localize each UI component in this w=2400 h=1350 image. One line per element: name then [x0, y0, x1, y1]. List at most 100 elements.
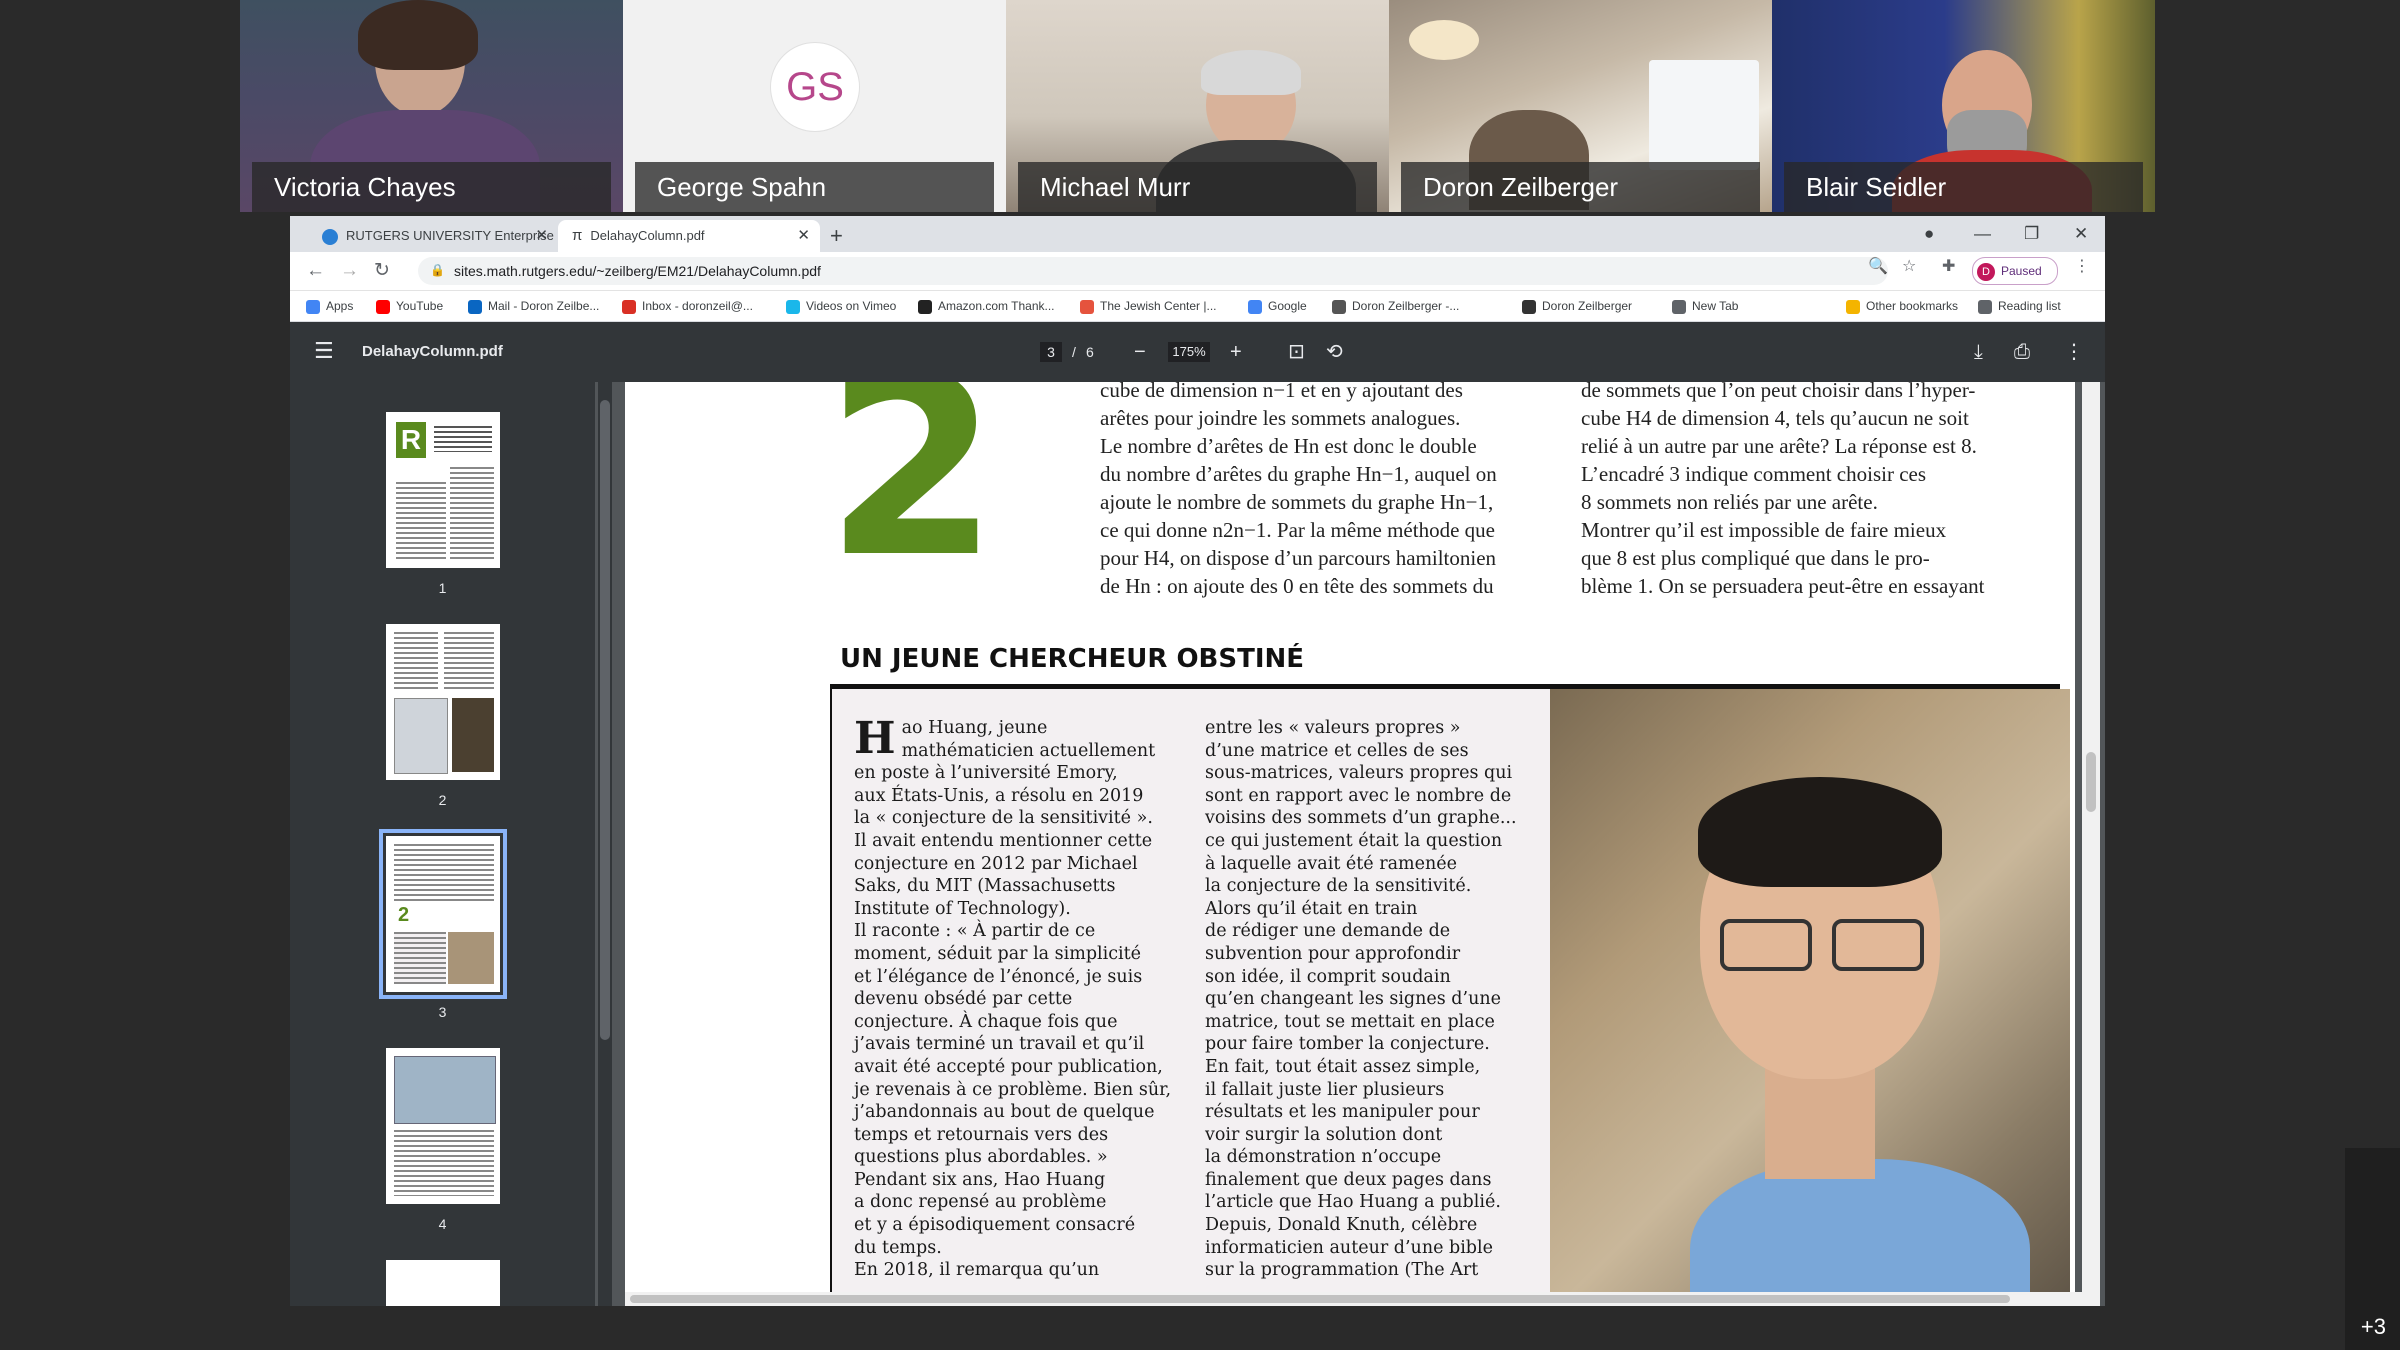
page-hscrollbar-thumb[interactable]	[630, 1295, 2010, 1303]
sidebar-box: H ao Huang, jeune mathématicien actuellem…	[830, 689, 1552, 1292]
thumbnail-text	[396, 482, 446, 562]
more-options-icon[interactable]: ⋮	[2064, 322, 2084, 382]
text-line: temps et retournais vers des	[854, 1124, 1109, 1145]
participant-name: Michael Murr	[1018, 162, 1377, 212]
participant-tile[interactable]: Michael Murr	[1006, 0, 1389, 212]
text-line: qu’en changeant les signes d’une	[1205, 989, 1501, 1010]
tab-rutgers[interactable]: RUTGERS UNIVERSITY Enterprise ✕	[308, 220, 558, 252]
hamburger-icon[interactable]: ☰	[314, 338, 334, 364]
thumbnail-text	[450, 467, 494, 562]
text-line: et l’élégance de l’énoncé, je suis	[854, 966, 1143, 987]
minimize-button[interactable]: —	[1974, 216, 1991, 252]
bookmark-item[interactable]: Inbox - doronzeil@...	[622, 291, 753, 321]
text-line: finalement que deux pages dans	[1205, 1169, 1492, 1190]
close-window-button[interactable]: ✕	[2074, 216, 2088, 252]
pdf-filename: DelahayColumn.pdf	[362, 343, 503, 360]
thumbnail-page-number: 2	[438, 792, 447, 808]
page-thumbnail[interactable]	[386, 1048, 500, 1204]
kebab-menu-icon[interactable]: ⋮	[2074, 256, 2090, 276]
close-icon[interactable]: ✕	[535, 220, 548, 252]
thumbnail-text	[394, 1130, 494, 1196]
bookmark-item[interactable]: Reading list	[1978, 291, 2061, 321]
back-button[interactable]: ←	[306, 258, 325, 284]
thumbnail-text	[434, 426, 492, 452]
zoom-in-button[interactable]: +	[1230, 322, 1242, 382]
bookmark-item[interactable]: New Tab	[1672, 291, 1738, 321]
bookmark-item[interactable]: Mail - Doron Zeilbe...	[468, 291, 599, 321]
text-line: mathématicien actuellement	[901, 740, 1156, 761]
participant-tile[interactable]: GS George Spahn	[623, 0, 1006, 212]
zoom-icon[interactable]: 🔍	[1868, 256, 1888, 276]
page-thumbnail[interactable]: R	[386, 412, 500, 568]
restore-button[interactable]: ❐	[2024, 216, 2039, 252]
bookmark-item[interactable]: Other bookmarks	[1846, 291, 1958, 321]
bookmarks-bar: Apps YouTube Mail - Doron Zeilbe... Inbox -…	[290, 291, 2105, 322]
text-line: Il raconte : « À partir de ce	[854, 921, 1096, 942]
bookmark-icon	[1332, 299, 1346, 314]
reload-button[interactable]: ↻	[374, 258, 390, 284]
thumbnail-photo	[452, 698, 494, 772]
participant-tile[interactable]: Blair Seidler	[1772, 0, 2155, 212]
forward-button[interactable]: →	[340, 258, 359, 284]
text-line: En fait, tout était assez simple,	[1205, 1056, 1481, 1077]
profile-status: Paused	[2001, 264, 2042, 278]
print-icon[interactable]: ⎙	[2014, 322, 2030, 382]
text-line: et y a épisodiquement consacré	[854, 1215, 1136, 1236]
bookmark-item[interactable]: Amazon.com Thank...	[918, 291, 1055, 321]
zoom-out-button[interactable]: −	[1134, 322, 1146, 382]
page-scrollbar-thumb[interactable]	[2086, 752, 2096, 812]
participant-tile[interactable]: Doron Zeilberger	[1389, 0, 1772, 212]
thumbnail-photo	[448, 932, 494, 984]
tab-pdf[interactable]: π DelahayColumn.pdf ✕	[558, 220, 820, 252]
page-thumbnail[interactable]	[386, 1260, 500, 1306]
extensions-icon[interactable]: ✚	[1942, 256, 1955, 276]
text-line: devenu obsédé par cette	[854, 989, 1073, 1010]
bookmark-label: Videos on Vimeo	[806, 299, 897, 313]
globe-icon	[322, 228, 338, 245]
participant-name: Victoria Chayes	[252, 162, 611, 212]
page-number-input[interactable]: 3	[1040, 342, 1062, 362]
photo-glasses	[1832, 919, 1924, 971]
sidebar-scrollbar-thumb[interactable]	[600, 400, 610, 1040]
bookmark-star-icon[interactable]: ☆	[1902, 256, 1916, 276]
text-line: Alors qu’il était en train	[1205, 898, 1418, 919]
text-line: ao Huang, jeune	[901, 718, 1048, 738]
text-line: j’avais terminé un travail et qu’il	[854, 1034, 1145, 1055]
zoom-input[interactable]: 175%	[1168, 342, 1210, 362]
bookmark-item[interactable]: Videos on Vimeo	[786, 291, 896, 321]
bookmark-item[interactable]: Doron Zeilberger	[1522, 291, 1632, 321]
address-bar[interactable]: 🔒 sites.math.rutgers.edu/~zeilberg/EM21/…	[418, 257, 1888, 285]
rotate-icon[interactable]: ⟲	[1326, 322, 1343, 382]
more-participants-count[interactable]: +3	[2361, 1314, 2386, 1340]
page-separator: /	[1072, 344, 1076, 360]
new-tab-button[interactable]: +	[830, 220, 843, 252]
page-thumbnail[interactable]: 2	[379, 829, 507, 999]
pdf-viewer: R 1 2 2 3 4 2 cube de dimension n−1 et e…	[290, 382, 2105, 1306]
bookmark-item[interactable]: Apps	[306, 291, 353, 321]
page-vertical-scrollbar[interactable]	[2082, 382, 2100, 1306]
close-icon[interactable]: ✕	[797, 220, 810, 252]
thumbnail-page-number: 4	[438, 1216, 447, 1232]
bookmark-label: New Tab	[1692, 299, 1739, 313]
page-thumbnail[interactable]	[386, 624, 500, 780]
bookmark-item[interactable]: Doron Zeilberger -...	[1332, 291, 1459, 321]
bookmark-item[interactable]: The Jewish Center |...	[1080, 291, 1217, 321]
text-line: arêtes pour joindre les sommets analogue…	[1100, 406, 1461, 430]
bookmark-label: Mail - Doron Zeilbe...	[488, 299, 600, 313]
bookmark-item[interactable]: YouTube	[376, 291, 443, 321]
text-line: du temps.	[854, 1237, 942, 1258]
bookmark-label: Doron Zeilberger -...	[1352, 299, 1460, 313]
photo-glasses	[1720, 919, 1812, 971]
bookmark-icon	[1978, 299, 1992, 314]
profile-button[interactable]: D Paused	[1972, 257, 2058, 285]
participant-tile[interactable]: Victoria Chayes	[240, 0, 623, 212]
media-icon[interactable]: ●	[1924, 216, 1934, 252]
url-text: sites.math.rutgers.edu/~zeilberg/EM21/De…	[454, 263, 821, 279]
bookmark-item[interactable]: Google	[1248, 291, 1307, 321]
text-line: Pendant six ans, Hao Huang	[854, 1169, 1106, 1190]
thumbnail-page-number: 1	[438, 580, 447, 596]
fit-page-icon[interactable]: ⊡	[1288, 322, 1305, 382]
bookmark-icon	[1672, 299, 1686, 314]
download-icon[interactable]: ⤓	[1974, 322, 1983, 382]
avatar: D	[1977, 262, 1995, 281]
